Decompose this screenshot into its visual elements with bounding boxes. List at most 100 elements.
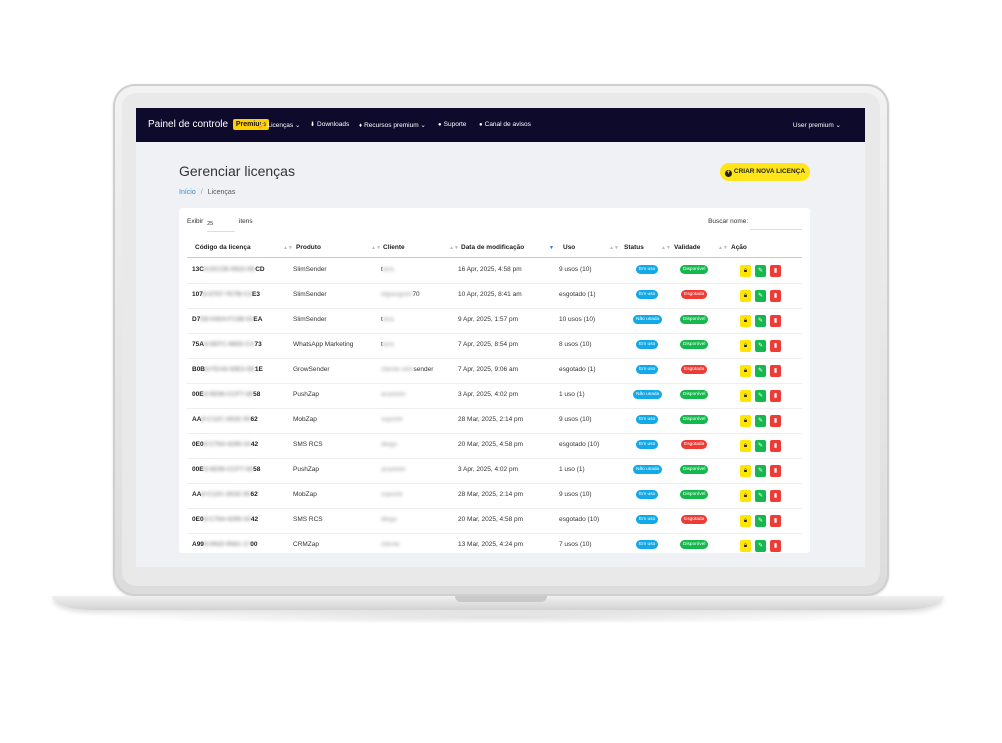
product: SlimSender xyxy=(293,291,327,298)
delete-button[interactable]: ▮ xyxy=(770,290,781,302)
usage: esgotado (10) xyxy=(559,516,600,523)
delete-button[interactable]: ▮ xyxy=(770,465,781,477)
delete-button[interactable]: ▮ xyxy=(770,515,781,527)
edit-button[interactable]: ✎ xyxy=(755,465,766,477)
nav-licencas[interactable]: 🔑 Licenças ⌄ xyxy=(258,121,300,129)
col-uso[interactable]: Uso xyxy=(563,244,575,251)
col-status[interactable]: Status xyxy=(624,244,644,251)
lock-button[interactable]: 🔒︎ xyxy=(740,390,751,402)
delete-button[interactable]: ▮ xyxy=(770,340,781,352)
col-data[interactable]: Data de modificação xyxy=(461,244,524,251)
user-menu[interactable]: User premium ⌄ xyxy=(793,121,841,129)
delete-button[interactable]: ▮ xyxy=(770,365,781,377)
create-license-button[interactable]: + CRIAR NOVA LICENÇA xyxy=(720,163,810,181)
edit-button[interactable]: ✎ xyxy=(755,415,766,427)
delete-button[interactable]: ▮ xyxy=(770,390,781,402)
delete-button[interactable]: ▮ xyxy=(770,440,781,452)
page-length-select[interactable]: 25 xyxy=(207,221,236,232)
license-code[interactable]: 00E8-5E08-CCF7-5658 xyxy=(192,466,260,473)
breadcrumb-home[interactable]: Início xyxy=(179,189,196,196)
lock-button[interactable]: 🔒︎ xyxy=(740,440,751,452)
license-code[interactable]: 00E8-5E08-CCF7-5658 xyxy=(192,391,260,398)
edit-button[interactable]: ✎ xyxy=(755,440,766,452)
delete-button[interactable]: ▮ xyxy=(770,315,781,327)
search-input[interactable] xyxy=(750,219,802,230)
delete-button[interactable]: ▮ xyxy=(770,540,781,552)
license-code[interactable]: 1078-6757-7E7B-C3E3 xyxy=(192,291,260,298)
nav-downloads-label: Downloads xyxy=(317,121,350,128)
license-code[interactable]: 75A8-0EFC-9855-CA73 xyxy=(192,341,262,348)
col-codigo[interactable]: Código da licença xyxy=(195,244,251,251)
nav-licencas-label: Licenças xyxy=(267,122,294,129)
col-cliente[interactable]: Cliente xyxy=(383,244,405,251)
lock-button[interactable]: 🔒︎ xyxy=(740,365,751,377)
lock-button[interactable]: 🔒︎ xyxy=(740,315,751,327)
nav-recursos-premium[interactable]: ♦ Recursos premium ⌄ xyxy=(359,121,426,129)
edit-button[interactable]: ✎ xyxy=(755,390,766,402)
usage: 7 usos (10) xyxy=(559,541,592,548)
col-validade[interactable]: Validade xyxy=(674,244,700,251)
table-row: AA8-C12C-261E-5562 MobZap suporte 28 Mar, 2… xyxy=(187,408,802,434)
lock-icon: 🔒︎ xyxy=(743,368,748,374)
delete-button[interactable]: ▮ xyxy=(770,265,781,277)
key-icon: 🔑 xyxy=(258,123,266,129)
usage: 10 usos (10) xyxy=(559,316,596,323)
edit-button[interactable]: ✎ xyxy=(755,515,766,527)
edit-button[interactable]: ✎ xyxy=(755,365,766,377)
license-code-end: E3 xyxy=(252,291,260,298)
nav-downloads[interactable]: ⬇ Downloads xyxy=(310,121,349,128)
lock-button[interactable]: 🔒︎ xyxy=(740,340,751,352)
license-code[interactable]: A998-0922-9561-1700 xyxy=(192,541,257,548)
search-label: Buscar nome: xyxy=(708,218,749,225)
modified-date: 20 Mar, 2025, 4:58 pm xyxy=(458,516,524,523)
edit-button[interactable]: ✎ xyxy=(755,290,766,302)
nav-canal-de-avisos[interactable]: ● Canal de avisos xyxy=(479,121,531,128)
edit-button[interactable]: ✎ xyxy=(755,265,766,277)
license-code[interactable]: B0B8-FEA6-50E3-5E1E xyxy=(192,366,263,373)
chevron-down-icon: ⌄ xyxy=(420,122,426,129)
delete-button[interactable]: ▮ xyxy=(770,490,781,502)
laptop-shadow xyxy=(90,610,910,624)
lock-button[interactable]: 🔒︎ xyxy=(740,290,751,302)
trash-icon: ▮ xyxy=(773,368,778,374)
nav-suporte[interactable]: ● Suporte xyxy=(438,121,466,128)
license-code[interactable]: AA8-C12C-261E-5562 xyxy=(192,416,258,423)
edit-button[interactable]: ✎ xyxy=(755,540,766,552)
license-code[interactable]: AA8-C12C-261E-5562 xyxy=(192,491,258,498)
lock-button[interactable]: 🔒︎ xyxy=(740,515,751,527)
lock-button[interactable]: 🔒︎ xyxy=(740,465,751,477)
sort-icon: ▲▼ xyxy=(449,245,459,251)
edit-icon: ✎ xyxy=(757,518,764,524)
app-screen: Painel de controle Premium 🔑 Licenças ⌄ ⬇… xyxy=(136,108,865,567)
product: PushZap xyxy=(293,391,320,398)
laptop-base-notch xyxy=(455,596,547,602)
lock-button[interactable]: 🔒︎ xyxy=(740,415,751,427)
edit-button[interactable]: ✎ xyxy=(755,490,766,502)
client: anastolo xyxy=(381,466,406,473)
lock-button[interactable]: 🔒︎ xyxy=(740,490,751,502)
usage: 1 uso (1) xyxy=(559,391,585,398)
validity-badge: Disponível xyxy=(680,415,709,424)
client: suporte xyxy=(381,491,403,498)
chevron-down-icon: ⌄ xyxy=(835,122,841,129)
status-badge: Não usada xyxy=(633,315,663,324)
edit-button[interactable]: ✎ xyxy=(755,315,766,327)
license-code[interactable]: 0E08-C764-4295-3442 xyxy=(192,441,258,448)
client: tana xyxy=(381,316,394,323)
edit-icon: ✎ xyxy=(757,268,764,274)
edit-button[interactable]: ✎ xyxy=(755,340,766,352)
lock-icon: 🔒︎ xyxy=(743,318,748,324)
col-produto[interactable]: Produto xyxy=(296,244,321,251)
license-code-start: 75A xyxy=(192,341,204,348)
license-code[interactable]: 0E08-C764-4295-3442 xyxy=(192,516,258,523)
validity-badge: Disponível xyxy=(680,265,709,274)
lock-button[interactable]: 🔒︎ xyxy=(740,265,751,277)
delete-button[interactable]: ▮ xyxy=(770,415,781,427)
sort-icon: ▲▼ xyxy=(718,245,728,251)
license-code-end: 62 xyxy=(250,491,258,498)
client-masked: diego xyxy=(381,516,397,523)
license-code[interactable]: D7E8-04D4-F13B-03EA xyxy=(192,316,262,323)
license-code[interactable]: 13C8-DCCB-0922-0ECD xyxy=(192,266,265,273)
lock-button[interactable]: 🔒︎ xyxy=(740,540,751,552)
brand[interactable]: Painel de controle Premium xyxy=(148,119,269,130)
